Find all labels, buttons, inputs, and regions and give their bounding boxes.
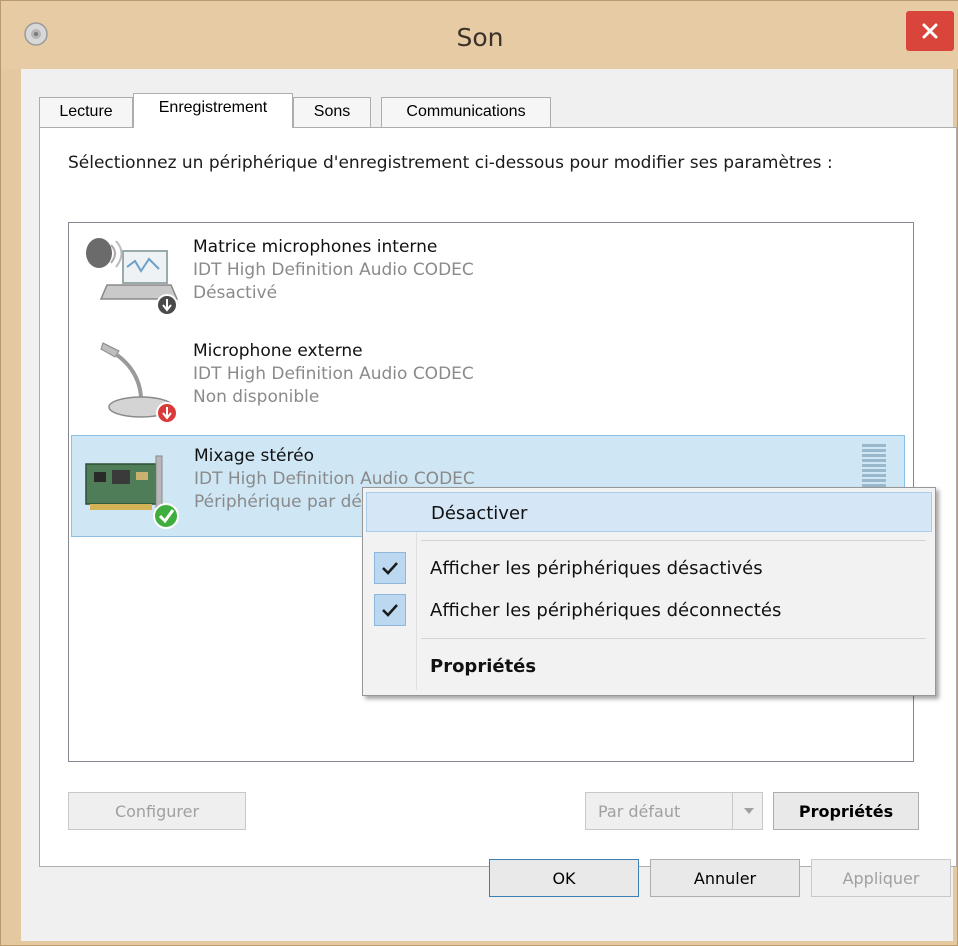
checkmark-icon [374,594,406,626]
menu-item-label: Désactiver [431,503,528,524]
menu-item-label: Afficher les périphériques déconnectés [430,600,782,621]
close-icon [922,23,938,39]
configure-button[interactable]: Configurer [68,792,246,830]
desk-microphone-icon [100,342,178,424]
menu-separator [421,540,926,541]
ok-button[interactable]: OK [489,859,639,897]
checkmark-icon [374,552,406,584]
menu-item-show-disabled[interactable]: Afficher les périphériques désactivés [366,548,932,588]
tab-communications[interactable]: Communications [381,97,551,127]
cancel-button[interactable]: Annuler [650,859,800,897]
menu-separator [421,638,926,639]
device-driver: IDT High Definition Audio CODEC [193,260,474,280]
close-button[interactable] [906,11,954,51]
set-default-split-button[interactable]: Par défaut [585,792,763,830]
menu-item-show-disconnected[interactable]: Afficher les périphériques déconnectés [366,590,932,630]
chevron-down-icon[interactable] [732,793,764,829]
set-default-label: Par défaut [598,802,681,821]
device-name: Mixage stéréo [194,446,314,466]
menu-item-label: Afficher les périphériques désactivés [430,558,763,579]
device-driver: IDT High Definition Audio CODEC [194,469,475,489]
title-bar[interactable]: Son [1,1,958,69]
device-driver: IDT High Definition Audio CODEC [193,364,474,384]
tab-sons[interactable]: Sons [293,97,371,127]
level-meter [862,444,886,490]
device-row[interactable]: Matrice microphones interne IDT High Def… [71,227,905,329]
properties-button[interactable]: Propriétés [773,792,919,830]
menu-item-label: Propriétés [430,656,537,677]
laptop-microphone-icon [86,238,179,316]
instruction-text: Sélectionnez un périphérique d'enregistr… [68,153,833,173]
tab-lecture[interactable]: Lecture [39,97,133,127]
sound-dialog: Son Lecture Enregistrement Sons Communic… [0,0,958,946]
device-status: Non disponible [193,387,320,407]
apply-button[interactable]: Appliquer [811,859,951,897]
device-status: Désactivé [193,283,278,303]
device-name: Microphone externe [193,341,363,361]
device-name: Matrice microphones interne [193,237,438,257]
menu-item-disable[interactable]: Désactiver [366,492,932,532]
menu-item-properties[interactable]: Propriétés [366,646,932,686]
sound-card-icon [85,455,179,529]
device-row[interactable]: Microphone externe IDT High Definition A… [71,331,905,433]
tab-enregistrement[interactable]: Enregistrement [133,93,293,128]
window-title: Son [456,23,504,52]
context-menu: Désactiver Afficher les périphériques dé… [362,487,936,696]
